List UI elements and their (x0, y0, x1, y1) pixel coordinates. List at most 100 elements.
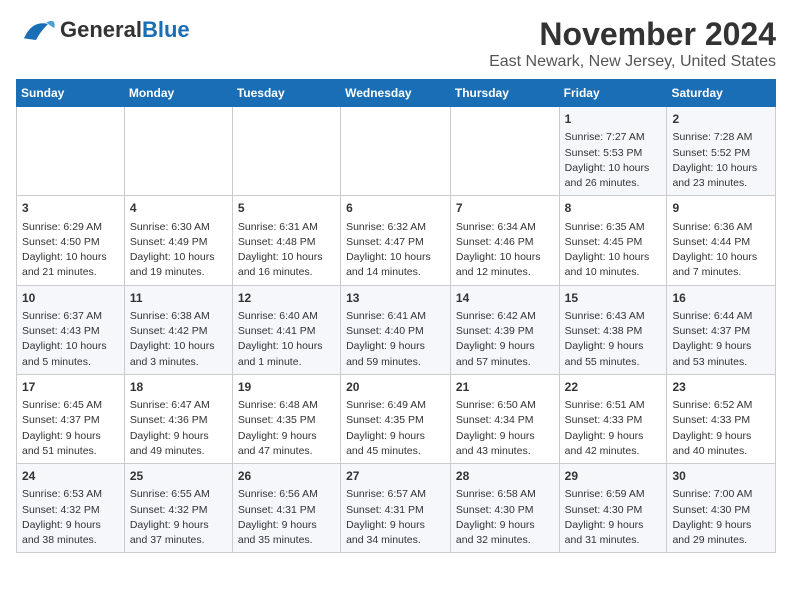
page-header: GeneralBlue November 2024 East Newark, N… (16, 16, 776, 71)
calendar-day-cell: 13Sunrise: 6:41 AM Sunset: 4:40 PM Dayli… (341, 285, 451, 374)
calendar-week-row: 10 Sunrise: 6:37 AM Sunset: 4:43 PM Dayli… (17, 285, 776, 374)
day-number: 29 (565, 468, 662, 485)
day-number: 16 (672, 290, 770, 307)
day-number: 19 (238, 379, 335, 396)
days-of-week-row: SundayMondayTuesdayWednesdayThursdayFrid… (17, 80, 776, 107)
day-of-week-header: Wednesday (341, 80, 451, 107)
day-of-week-header: Friday (559, 80, 667, 107)
day-of-week-header: Saturday (667, 80, 776, 107)
day-number: 15 (565, 290, 662, 307)
calendar-day-cell (232, 107, 340, 196)
calendar-day-cell: 14 Sunrise: 6:42 AM Sunset: 4:39 PM Dayli… (450, 285, 559, 374)
day-of-week-header: Monday (124, 80, 232, 107)
day-content: Sunrise: 6:48 AM Sunset: 4:35 PM Dayligh… (238, 398, 335, 459)
calendar-day-cell (17, 107, 125, 196)
day-number: 10 (22, 290, 119, 307)
day-of-week-header: Thursday (450, 80, 559, 107)
day-number: 2 (672, 111, 770, 128)
calendar-week-row: 17 Sunrise: 6:45 AM Sunset: 4:37 PM Dayli… (17, 374, 776, 463)
day-content: Sunrise: 6:45 AM Sunset: 4:37 PM Dayligh… (22, 398, 119, 459)
calendar-day-cell: 30 Sunrise: 7:00 AM Sunset: 4:30 PM Dayli… (667, 464, 776, 553)
day-content: Sunrise: 6:50 AM Sunset: 4:34 PM Dayligh… (456, 398, 554, 459)
day-of-week-header: Tuesday (232, 80, 340, 107)
day-number: 30 (672, 468, 770, 485)
title-block: November 2024 East Newark, New Jersey, U… (489, 16, 776, 71)
day-content: Sunrise: 6:57 AM Sunset: 4:31 PM Dayligh… (346, 487, 445, 548)
day-of-week-header: Sunday (17, 80, 125, 107)
day-content: Sunrise: 6:40 AM Sunset: 4:41 PM Dayligh… (238, 309, 335, 370)
day-number: 26 (238, 468, 335, 485)
calendar-day-cell (341, 107, 451, 196)
day-content: Sunrise: 6:35 AM Sunset: 4:45 PM Dayligh… (565, 220, 662, 281)
calendar-day-cell: 3Sunrise: 6:29 AM Sunset: 4:50 PM Daylig… (17, 196, 125, 285)
day-content: Sunrise: 6:32 AM Sunset: 4:47 PM Dayligh… (346, 220, 445, 281)
calendar-day-cell: 22 Sunrise: 6:51 AM Sunset: 4:33 PM Dayli… (559, 374, 667, 463)
calendar-week-row: 24 Sunrise: 6:53 AM Sunset: 4:32 PM Dayli… (17, 464, 776, 553)
calendar-day-cell: 21 Sunrise: 6:50 AM Sunset: 4:34 PM Dayli… (450, 374, 559, 463)
day-number: 24 (22, 468, 119, 485)
calendar-day-cell: 19 Sunrise: 6:48 AM Sunset: 4:35 PM Dayli… (232, 374, 340, 463)
location-subtitle: East Newark, New Jersey, United States (489, 53, 776, 71)
day-content: Sunrise: 6:38 AM Sunset: 4:42 PM Dayligh… (130, 309, 227, 370)
calendar-day-cell: 8 Sunrise: 6:35 AM Sunset: 4:45 PM Daylig… (559, 196, 667, 285)
day-number: 9 (672, 200, 770, 217)
day-number: 14 (456, 290, 554, 307)
day-number: 6 (346, 200, 445, 217)
logo: GeneralBlue (16, 16, 190, 44)
day-number: 21 (456, 379, 554, 396)
day-content: Sunrise: 6:51 AM Sunset: 4:33 PM Dayligh… (565, 398, 662, 459)
day-content: Sunrise: 6:53 AM Sunset: 4:32 PM Dayligh… (22, 487, 119, 548)
calendar-day-cell: 27Sunrise: 6:57 AM Sunset: 4:31 PM Dayli… (341, 464, 451, 553)
day-content: Sunrise: 6:59 AM Sunset: 4:30 PM Dayligh… (565, 487, 662, 548)
day-content: Sunrise: 6:58 AM Sunset: 4:30 PM Dayligh… (456, 487, 554, 548)
logo-icon (16, 16, 56, 44)
day-content: Sunrise: 6:30 AM Sunset: 4:49 PM Dayligh… (130, 220, 227, 281)
calendar-day-cell: 16 Sunrise: 6:44 AM Sunset: 4:37 PM Dayli… (667, 285, 776, 374)
day-content: Sunrise: 6:44 AM Sunset: 4:37 PM Dayligh… (672, 309, 770, 370)
calendar-day-cell: 26 Sunrise: 6:56 AM Sunset: 4:31 PM Dayli… (232, 464, 340, 553)
day-content: Sunrise: 6:31 AM Sunset: 4:48 PM Dayligh… (238, 220, 335, 281)
calendar-body: 1Sunrise: 7:27 AM Sunset: 5:53 PM Daylig… (17, 107, 776, 553)
day-content: Sunrise: 6:37 AM Sunset: 4:43 PM Dayligh… (22, 309, 119, 370)
day-number: 25 (130, 468, 227, 485)
day-number: 22 (565, 379, 662, 396)
calendar-week-row: 1Sunrise: 7:27 AM Sunset: 5:53 PM Daylig… (17, 107, 776, 196)
day-number: 8 (565, 200, 662, 217)
day-number: 12 (238, 290, 335, 307)
calendar-day-cell: 7Sunrise: 6:34 AM Sunset: 4:46 PM Daylig… (450, 196, 559, 285)
calendar-week-row: 3Sunrise: 6:29 AM Sunset: 4:50 PM Daylig… (17, 196, 776, 285)
day-content: Sunrise: 6:42 AM Sunset: 4:39 PM Dayligh… (456, 309, 554, 370)
calendar-day-cell: 24 Sunrise: 6:53 AM Sunset: 4:32 PM Dayli… (17, 464, 125, 553)
day-number: 23 (672, 379, 770, 396)
calendar-day-cell: 28 Sunrise: 6:58 AM Sunset: 4:30 PM Dayli… (450, 464, 559, 553)
day-number: 11 (130, 290, 227, 307)
calendar-day-cell: 1Sunrise: 7:27 AM Sunset: 5:53 PM Daylig… (559, 107, 667, 196)
day-number: 7 (456, 200, 554, 217)
calendar-day-cell: 10 Sunrise: 6:37 AM Sunset: 4:43 PM Dayli… (17, 285, 125, 374)
day-content: Sunrise: 6:47 AM Sunset: 4:36 PM Dayligh… (130, 398, 227, 459)
day-number: 20 (346, 379, 445, 396)
calendar-day-cell: 6 Sunrise: 6:32 AM Sunset: 4:47 PM Daylig… (341, 196, 451, 285)
calendar-day-cell: 12 Sunrise: 6:40 AM Sunset: 4:41 PM Dayli… (232, 285, 340, 374)
day-content: Sunrise: 7:00 AM Sunset: 4:30 PM Dayligh… (672, 487, 770, 548)
day-content: Sunrise: 6:43 AM Sunset: 4:38 PM Dayligh… (565, 309, 662, 370)
day-content: Sunrise: 6:52 AM Sunset: 4:33 PM Dayligh… (672, 398, 770, 459)
month-year-title: November 2024 (489, 16, 776, 53)
day-content: Sunrise: 6:41 AM Sunset: 4:40 PM Dayligh… (346, 309, 445, 370)
day-content: Sunrise: 6:49 AM Sunset: 4:35 PM Dayligh… (346, 398, 445, 459)
calendar-day-cell: 4Sunrise: 6:30 AM Sunset: 4:49 PM Daylig… (124, 196, 232, 285)
logo-text: GeneralBlue (60, 17, 190, 42)
day-number: 1 (565, 111, 662, 128)
day-content: Sunrise: 6:55 AM Sunset: 4:32 PM Dayligh… (130, 487, 227, 548)
calendar-day-cell (124, 107, 232, 196)
day-content: Sunrise: 6:56 AM Sunset: 4:31 PM Dayligh… (238, 487, 335, 548)
day-number: 5 (238, 200, 335, 217)
day-content: Sunrise: 6:36 AM Sunset: 4:44 PM Dayligh… (672, 220, 770, 281)
calendar-day-cell: 2Sunrise: 7:28 AM Sunset: 5:52 PM Daylig… (667, 107, 776, 196)
day-number: 17 (22, 379, 119, 396)
calendar-day-cell: 5 Sunrise: 6:31 AM Sunset: 4:48 PM Daylig… (232, 196, 340, 285)
calendar-day-cell: 25 Sunrise: 6:55 AM Sunset: 4:32 PM Dayli… (124, 464, 232, 553)
calendar-header: SundayMondayTuesdayWednesdayThursdayFrid… (17, 80, 776, 107)
day-number: 28 (456, 468, 554, 485)
calendar-day-cell: 15 Sunrise: 6:43 AM Sunset: 4:38 PM Dayli… (559, 285, 667, 374)
